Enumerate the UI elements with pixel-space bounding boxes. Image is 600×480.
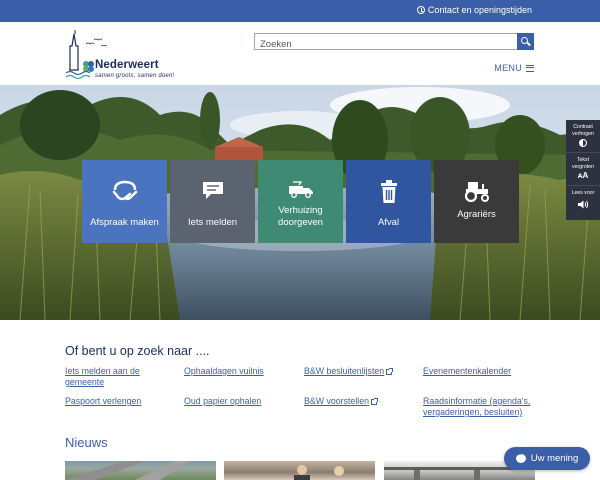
news-card-image[interactable] bbox=[224, 461, 375, 480]
tile-label: Afval bbox=[377, 217, 400, 228]
external-link-icon bbox=[386, 368, 394, 375]
tile-iets-melden[interactable]: Iets melden bbox=[170, 160, 255, 243]
speaker-icon bbox=[577, 200, 588, 208]
contrast-toggle[interactable]: Contrast verhogen bbox=[566, 120, 600, 153]
contrast-label: Contrast verhogen bbox=[572, 124, 594, 137]
link-iets-melden-gemeente[interactable]: Iets melden aan de gemeente bbox=[65, 366, 165, 388]
handshake-icon bbox=[112, 180, 137, 201]
news-image-people bbox=[294, 465, 344, 480]
text-size-icon: ᴀA bbox=[577, 171, 589, 180]
logo-name: Nederweert bbox=[95, 59, 159, 71]
link-ophaaldagen-vuilnis[interactable]: Ophaaldagen vuilnis bbox=[184, 366, 264, 377]
news-title: Nieuws bbox=[65, 435, 108, 450]
text-size-toggle[interactable]: Tekst vergroten ᴀA bbox=[566, 153, 600, 186]
tile-agrariers[interactable]: Agrariërs bbox=[434, 160, 519, 243]
chat-bubble-icon bbox=[515, 450, 526, 463]
read-aloud-toggle[interactable]: Lees voor bbox=[566, 186, 600, 219]
external-link-icon bbox=[371, 398, 379, 405]
tile-afval[interactable]: Afval bbox=[346, 160, 431, 243]
accessibility-panel: Contrast verhogen Tekst vergroten ᴀA Lee… bbox=[566, 120, 600, 220]
link-bw-besluitenlijsten[interactable]: B&W besluitenlijsten bbox=[304, 366, 394, 377]
tile-afspraak-maken[interactable]: Afspraak maken bbox=[82, 160, 167, 243]
menu-label: MENU bbox=[494, 63, 522, 73]
tile-label: Agrariërs bbox=[457, 209, 496, 220]
link-bw-voorstellen[interactable]: B&W voorstellen bbox=[304, 396, 379, 407]
tile-label: Iets melden bbox=[187, 217, 238, 228]
search-icon bbox=[521, 36, 528, 44]
tractor-icon bbox=[464, 182, 489, 202]
chat-icon bbox=[202, 182, 223, 199]
link-paspoort-verlengen[interactable]: Paspoort verlengen bbox=[65, 396, 165, 407]
contact-label: Contact en openingstijden bbox=[427, 5, 532, 15]
search-button[interactable] bbox=[517, 33, 534, 50]
moving-truck-icon bbox=[288, 181, 313, 198]
link-raadsinformatie[interactable]: Raadsinformatie (agenda's, vergaderingen… bbox=[423, 396, 541, 418]
link-evenementenkalender[interactable]: Evenementenkalender bbox=[423, 366, 511, 377]
search-input[interactable] bbox=[255, 37, 517, 52]
link-oud-papier-ophalen[interactable]: Oud papier ophalen bbox=[184, 396, 261, 407]
trash-icon bbox=[380, 180, 397, 203]
news-card-image[interactable] bbox=[65, 461, 216, 480]
top-bar: Contact en openingstijden bbox=[0, 0, 600, 22]
search-box bbox=[254, 33, 534, 52]
read-aloud-label: Lees voor bbox=[571, 190, 595, 196]
tile-verhuizing-doorgeven[interactable]: Verhuizing doorgeven bbox=[258, 160, 343, 243]
feedback-button[interactable]: Uw mening bbox=[504, 447, 590, 470]
section-title: Of bent u op zoek naar .... bbox=[65, 344, 210, 358]
clock-icon bbox=[416, 6, 425, 14]
contrast-icon bbox=[579, 139, 587, 147]
tile-label: Verhuizing doorgeven bbox=[278, 205, 323, 228]
text-size-label: Tekst vergroten bbox=[572, 157, 594, 170]
news-image-road bbox=[65, 461, 190, 480]
feedback-label: Uw mening bbox=[530, 453, 579, 464]
contact-link[interactable]: Contact en openingstijden bbox=[416, 5, 532, 15]
tile-label: Afspraak maken bbox=[90, 217, 159, 228]
menu-button[interactable]: MENU bbox=[494, 63, 534, 73]
hamburger-icon bbox=[526, 64, 534, 72]
logo-tagline: samen groots, samen doen! bbox=[95, 73, 175, 79]
